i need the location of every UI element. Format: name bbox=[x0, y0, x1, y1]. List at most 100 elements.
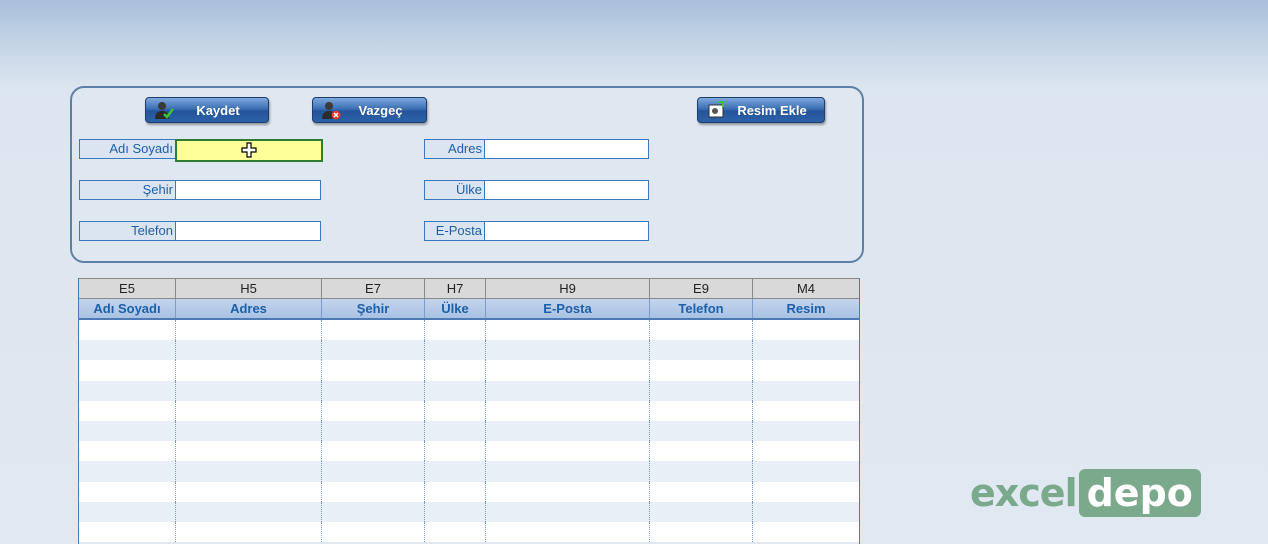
table-cell[interactable] bbox=[176, 360, 322, 381]
table-cell[interactable] bbox=[650, 380, 753, 401]
table-cell[interactable] bbox=[322, 461, 425, 482]
table-cell[interactable] bbox=[425, 481, 486, 502]
table-cell[interactable] bbox=[176, 481, 322, 502]
column-header[interactable]: Şehir bbox=[322, 299, 425, 318]
table-cell[interactable] bbox=[753, 320, 859, 340]
city-field[interactable] bbox=[175, 180, 321, 200]
table-cell[interactable] bbox=[322, 420, 425, 442]
cell-ref: H5 bbox=[176, 279, 322, 298]
column-header[interactable]: E-Posta bbox=[486, 299, 650, 318]
table-cell[interactable] bbox=[650, 320, 753, 341]
table-cell[interactable] bbox=[176, 521, 322, 543]
table-cell[interactable] bbox=[650, 340, 753, 361]
table-cell[interactable] bbox=[486, 380, 650, 401]
table-cell[interactable] bbox=[79, 380, 176, 401]
table-cell[interactable] bbox=[753, 461, 859, 481]
table-row bbox=[79, 380, 859, 401]
table-cell[interactable] bbox=[425, 521, 486, 543]
table-cell[interactable] bbox=[425, 360, 486, 381]
table-cell[interactable] bbox=[176, 420, 322, 442]
table-cell[interactable] bbox=[753, 381, 859, 401]
table-cell[interactable] bbox=[753, 482, 859, 502]
table-cell[interactable] bbox=[322, 320, 425, 341]
table-cell[interactable] bbox=[650, 420, 753, 442]
cancel-button[interactable]: Vazgeç bbox=[312, 97, 427, 123]
table-cell[interactable] bbox=[79, 501, 176, 522]
table-cell[interactable] bbox=[176, 380, 322, 401]
phone-field[interactable] bbox=[175, 221, 321, 241]
table-cell[interactable] bbox=[79, 320, 176, 341]
save-button[interactable]: Kaydet bbox=[145, 97, 269, 123]
table-cell[interactable] bbox=[79, 360, 176, 381]
table-cell[interactable] bbox=[650, 360, 753, 381]
table-cell[interactable] bbox=[322, 360, 425, 381]
name-label: Adı Soyadı bbox=[79, 139, 176, 159]
table-cell[interactable] bbox=[486, 521, 650, 543]
column-header[interactable]: Resim bbox=[753, 299, 859, 318]
table-cell[interactable] bbox=[425, 400, 486, 421]
table-cell[interactable] bbox=[650, 521, 753, 543]
table-cell[interactable] bbox=[322, 481, 425, 502]
table-cell[interactable] bbox=[176, 320, 322, 341]
table-cell[interactable] bbox=[486, 400, 650, 421]
table-cell[interactable] bbox=[425, 501, 486, 522]
table-cell[interactable] bbox=[425, 340, 486, 361]
column-header[interactable]: Adres bbox=[176, 299, 322, 318]
table-cell[interactable] bbox=[650, 501, 753, 522]
table-cell[interactable] bbox=[79, 461, 176, 482]
table-cell[interactable] bbox=[322, 501, 425, 522]
table-cell[interactable] bbox=[650, 481, 753, 502]
table-cell[interactable] bbox=[753, 441, 859, 461]
table-cell[interactable] bbox=[753, 421, 859, 441]
table-cell[interactable] bbox=[486, 340, 650, 361]
table-cell[interactable] bbox=[425, 441, 486, 462]
table-cell[interactable] bbox=[322, 441, 425, 462]
table-cell[interactable] bbox=[79, 340, 176, 361]
table-cell[interactable] bbox=[176, 501, 322, 522]
table-cell[interactable] bbox=[425, 461, 486, 482]
table-cell[interactable] bbox=[753, 401, 859, 421]
table-cell[interactable] bbox=[425, 420, 486, 442]
table-cell[interactable] bbox=[425, 380, 486, 401]
table-cell[interactable] bbox=[650, 461, 753, 482]
table-cell[interactable] bbox=[753, 340, 859, 360]
table-cell[interactable] bbox=[753, 502, 859, 522]
table-cell[interactable] bbox=[79, 521, 176, 543]
table-cell[interactable] bbox=[79, 481, 176, 502]
table-row bbox=[79, 521, 859, 543]
table-cell[interactable] bbox=[650, 441, 753, 462]
table-cell[interactable] bbox=[176, 441, 322, 462]
table-cell[interactable] bbox=[650, 400, 753, 421]
table-cell[interactable] bbox=[79, 441, 176, 462]
table-cell[interactable] bbox=[425, 320, 486, 341]
table-cell[interactable] bbox=[322, 340, 425, 361]
table-cell[interactable] bbox=[79, 420, 176, 442]
address-field[interactable] bbox=[484, 139, 649, 159]
add-image-button[interactable]: Resim Ekle bbox=[697, 97, 825, 123]
column-header[interactable]: Telefon bbox=[650, 299, 753, 318]
city-label: Şehir bbox=[79, 180, 176, 200]
column-header[interactable]: Ülke bbox=[425, 299, 486, 318]
table-cell[interactable] bbox=[322, 380, 425, 401]
column-header[interactable]: Adı Soyadı bbox=[79, 299, 176, 318]
table-cell[interactable] bbox=[486, 501, 650, 522]
table-cell[interactable] bbox=[176, 340, 322, 361]
email-field[interactable] bbox=[484, 221, 649, 241]
table-cell[interactable] bbox=[176, 400, 322, 421]
table-cell[interactable] bbox=[322, 521, 425, 543]
table-cell[interactable] bbox=[176, 461, 322, 482]
address-label: Adres bbox=[424, 139, 485, 159]
table-cell[interactable] bbox=[486, 320, 650, 341]
table-row bbox=[79, 320, 859, 341]
table-cell[interactable] bbox=[486, 360, 650, 381]
email-label: E-Posta bbox=[424, 221, 485, 241]
table-cell[interactable] bbox=[753, 360, 859, 380]
table-cell[interactable] bbox=[486, 420, 650, 442]
table-cell[interactable] bbox=[486, 441, 650, 462]
table-cell[interactable] bbox=[322, 400, 425, 421]
table-cell[interactable] bbox=[486, 481, 650, 502]
table-cell[interactable] bbox=[753, 522, 859, 542]
table-cell[interactable] bbox=[486, 461, 650, 482]
country-field[interactable] bbox=[484, 180, 649, 200]
table-cell[interactable] bbox=[79, 400, 176, 421]
